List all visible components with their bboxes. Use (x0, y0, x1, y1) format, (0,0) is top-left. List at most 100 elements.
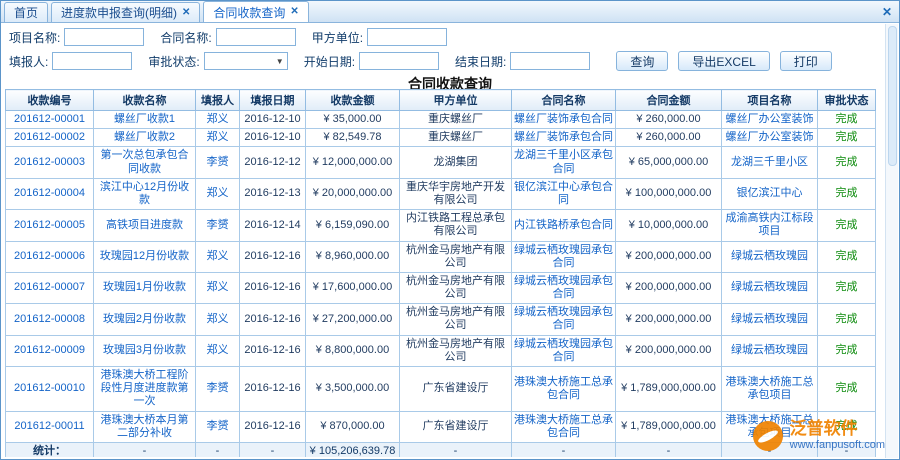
reporter-link[interactable]: 李赟 (207, 219, 229, 231)
reporter-link[interactable]: 郑义 (207, 281, 229, 293)
contract-name-link[interactable]: 龙湖三千里小区承包合同 (514, 149, 613, 174)
party-a-unit: 重庆华宇房地产开发有限公司 (400, 178, 512, 209)
project-name-link[interactable]: 螺丝厂办公室装饰 (726, 131, 814, 143)
export-excel-button[interactable]: 导出EXCEL (678, 51, 769, 71)
reporter-link[interactable]: 李赟 (207, 382, 229, 394)
reporter-input[interactable] (52, 52, 132, 70)
project-name-link[interactable]: 绿城云栖玫瑰园 (731, 313, 808, 325)
approval-status: 完成 (818, 210, 876, 241)
contract-name-input[interactable] (216, 28, 296, 46)
receipt-name-link[interactable]: 玫瑰园3月份收款 (103, 344, 186, 356)
project-name-link[interactable]: 绿城云栖玫瑰园 (731, 344, 808, 356)
table-cell: 银亿滨江中心 (722, 178, 818, 209)
chevron-down-icon: ▼ (276, 57, 284, 66)
project-name-input[interactable] (64, 28, 144, 46)
table-cell: 李赟 (196, 210, 240, 241)
tab-contract-receipt-query[interactable]: 合同收款查询 ✕ (203, 1, 308, 22)
project-name-link[interactable]: 港珠澳大桥施工总承包项目 (726, 414, 814, 439)
contract-name-link[interactable]: 螺丝厂装饰承包合同 (514, 131, 613, 143)
approval-status: 完成 (818, 178, 876, 209)
party-a-unit: 重庆螺丝厂 (400, 111, 512, 129)
reporter-link[interactable]: 郑义 (207, 313, 229, 325)
reporter-label: 填报人: (9, 53, 48, 70)
table-cell: 李赟 (196, 147, 240, 178)
contract-name-link[interactable]: 绿城云栖玫瑰园承包合同 (514, 275, 613, 300)
close-tab-icon[interactable]: ✕ (182, 8, 190, 18)
start-date-input[interactable] (359, 52, 439, 70)
vertical-scrollbar[interactable] (885, 24, 898, 458)
summary-cell-4: ¥ 105,206,639.78 (306, 442, 400, 457)
receipt-name-link[interactable]: 玫瑰园2月份收款 (103, 313, 186, 325)
approval-status: 完成 (818, 335, 876, 366)
contract-amount: ¥ 260,000.00 (616, 111, 722, 129)
summary-cell-8: - (722, 442, 818, 457)
receipt-number-link[interactable]: 201612-00003 (14, 156, 85, 168)
scrollbar-thumb[interactable] (888, 26, 897, 166)
table-cell: 201612-00001 (6, 111, 94, 129)
print-button[interactable]: 打印 (780, 51, 832, 71)
reporter-link[interactable]: 李赟 (207, 420, 229, 432)
project-name-link[interactable]: 螺丝厂办公室装饰 (726, 113, 814, 125)
receipt-number-link[interactable]: 201612-00011 (14, 420, 84, 432)
project-name-link[interactable]: 银亿滨江中心 (737, 187, 803, 199)
report-date: 2016-12-10 (240, 111, 306, 129)
reporter-link[interactable]: 郑义 (207, 187, 229, 199)
contract-name-link[interactable]: 港珠澳大桥施工总承包合同 (514, 376, 613, 401)
project-name-link[interactable]: 成渝高铁内江标段项目 (726, 212, 814, 237)
contract-name-link[interactable]: 港珠澳大桥施工总承包合同 (514, 414, 613, 439)
close-icon[interactable]: ✕ (882, 5, 892, 19)
project-name-link[interactable]: 绿城云栖玫瑰园 (731, 250, 808, 262)
receipt-number-link[interactable]: 201612-00007 (14, 281, 85, 293)
tab-home[interactable]: 首页 (4, 2, 48, 22)
receipt-name-link[interactable]: 港珠澳大桥本月第二部分补收 (101, 414, 189, 439)
reporter-link[interactable]: 郑义 (207, 344, 229, 356)
table-cell: 内江铁路桥承包合同 (512, 210, 616, 241)
table-cell: 201612-00005 (6, 210, 94, 241)
receipt-name-link[interactable]: 螺丝厂收款1 (114, 113, 175, 125)
receipt-number-link[interactable]: 201612-00004 (14, 187, 85, 199)
receipt-number-link[interactable]: 201612-00002 (14, 131, 85, 143)
receipt-name-link[interactable]: 港珠澳大桥工程阶段性月度进度款第一次 (101, 369, 189, 407)
end-date-input[interactable] (510, 52, 590, 70)
project-name-link[interactable]: 港珠澳大桥施工总承包项目 (726, 376, 814, 401)
column-header-2: 填报人 (196, 90, 240, 111)
search-button[interactable]: 查询 (616, 51, 668, 71)
project-name-link[interactable]: 绿城云栖玫瑰园 (731, 281, 808, 293)
report-date: 2016-12-16 (240, 241, 306, 272)
table-cell: 李赟 (196, 411, 240, 442)
reporter-link[interactable]: 郑义 (207, 250, 229, 262)
receipt-number-link[interactable]: 201612-00001 (14, 113, 85, 125)
contract-name-link[interactable]: 内江铁路桥承包合同 (514, 219, 613, 231)
receipt-number-link[interactable]: 201612-00009 (14, 344, 85, 356)
receipt-name-link[interactable]: 高铁项目进度款 (106, 219, 183, 231)
party-a-unit: 杭州金马房地产有限公司 (400, 272, 512, 303)
close-tab-icon[interactable]: ✕ (290, 7, 298, 17)
receipt-name-link[interactable]: 第一次总包承包合同收款 (101, 149, 189, 174)
contract-name-link[interactable]: 银亿滨江中心承包合同 (514, 181, 613, 206)
contract-name-link[interactable]: 螺丝厂装饰承包合同 (514, 113, 613, 125)
project-name-link[interactable]: 龙湖三千里小区 (731, 156, 808, 168)
receipt-name-link[interactable]: 螺丝厂收款2 (114, 131, 175, 143)
receipt-name-link[interactable]: 玫瑰园12月份收款 (100, 250, 189, 262)
reporter-link[interactable]: 郑义 (207, 113, 229, 125)
contract-amount: ¥ 200,000,000.00 (616, 335, 722, 366)
receipt-number-link[interactable]: 201612-00008 (14, 313, 85, 325)
contract-name-link[interactable]: 绿城云栖玫瑰园承包合同 (514, 244, 613, 269)
reporter-link[interactable]: 李赟 (207, 156, 229, 168)
approval-status-select[interactable]: ▼ (204, 52, 288, 70)
tab-progress-payment-query[interactable]: 进度款申报查询(明细) ✕ (51, 2, 200, 22)
table-cell: 绿城云栖玫瑰园承包合同 (512, 241, 616, 272)
party-a-input[interactable] (367, 28, 447, 46)
reporter-link[interactable]: 郑义 (207, 131, 229, 143)
receipt-name-link[interactable]: 玫瑰园1月份收款 (103, 281, 186, 293)
receipt-number-link[interactable]: 201612-00006 (14, 250, 85, 262)
table-row: 201612-00010港珠澳大桥工程阶段性月度进度款第一次李赟2016-12-… (6, 367, 876, 412)
table-cell: 201612-00002 (6, 129, 94, 147)
receipt-number-link[interactable]: 201612-00010 (14, 382, 85, 394)
table-cell: 郑义 (196, 178, 240, 209)
contract-name-link[interactable]: 绿城云栖玫瑰园承包合同 (514, 338, 613, 363)
contract-name-link[interactable]: 绿城云栖玫瑰园承包合同 (514, 306, 613, 331)
receipt-number-link[interactable]: 201612-00005 (14, 219, 85, 231)
receipt-name-link[interactable]: 滨江中心12月份收款 (100, 181, 189, 206)
table-cell: 绿城云栖玫瑰园 (722, 335, 818, 366)
